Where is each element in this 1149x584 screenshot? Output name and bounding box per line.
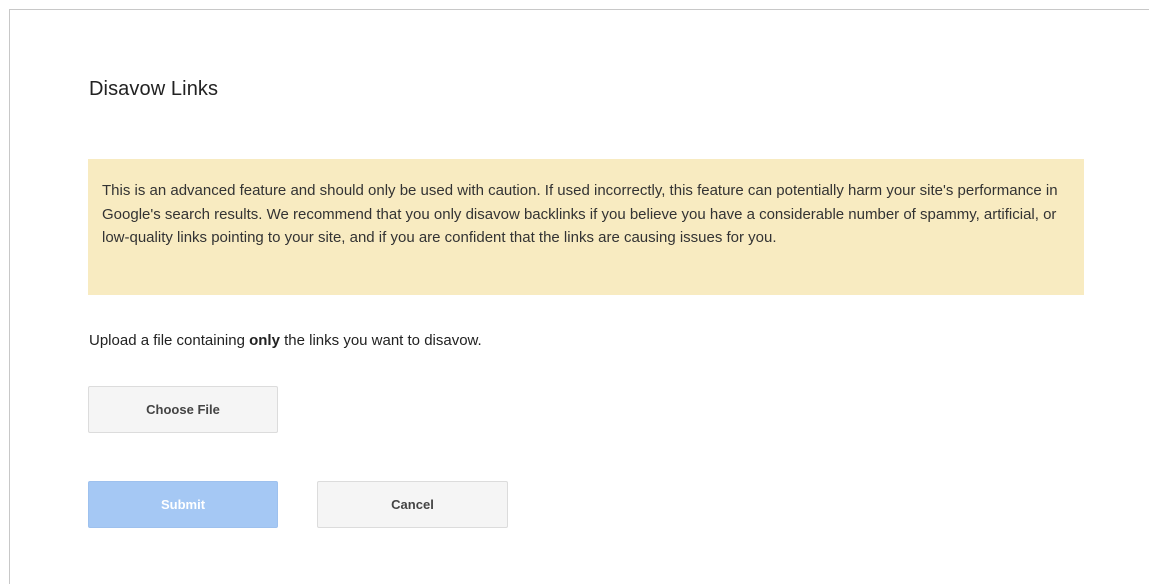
instruction-text-before: Upload a file containing xyxy=(89,332,250,349)
cancel-button[interactable]: Cancel xyxy=(317,481,508,528)
dialog-title: Disavow Links xyxy=(89,78,219,100)
instruction-emphasis: only xyxy=(249,332,280,349)
warning-notice: This is an advanced feature and should o… xyxy=(88,159,1084,295)
submit-button[interactable]: Submit xyxy=(88,481,278,528)
choose-file-button[interactable]: Choose File xyxy=(88,386,278,433)
disavow-dialog: Disavow Links This is an advanced featur… xyxy=(9,9,1149,584)
instruction-text-after: the links you want to disavow. xyxy=(279,332,482,349)
upload-instruction: Upload a file containing only the links … xyxy=(89,332,482,349)
